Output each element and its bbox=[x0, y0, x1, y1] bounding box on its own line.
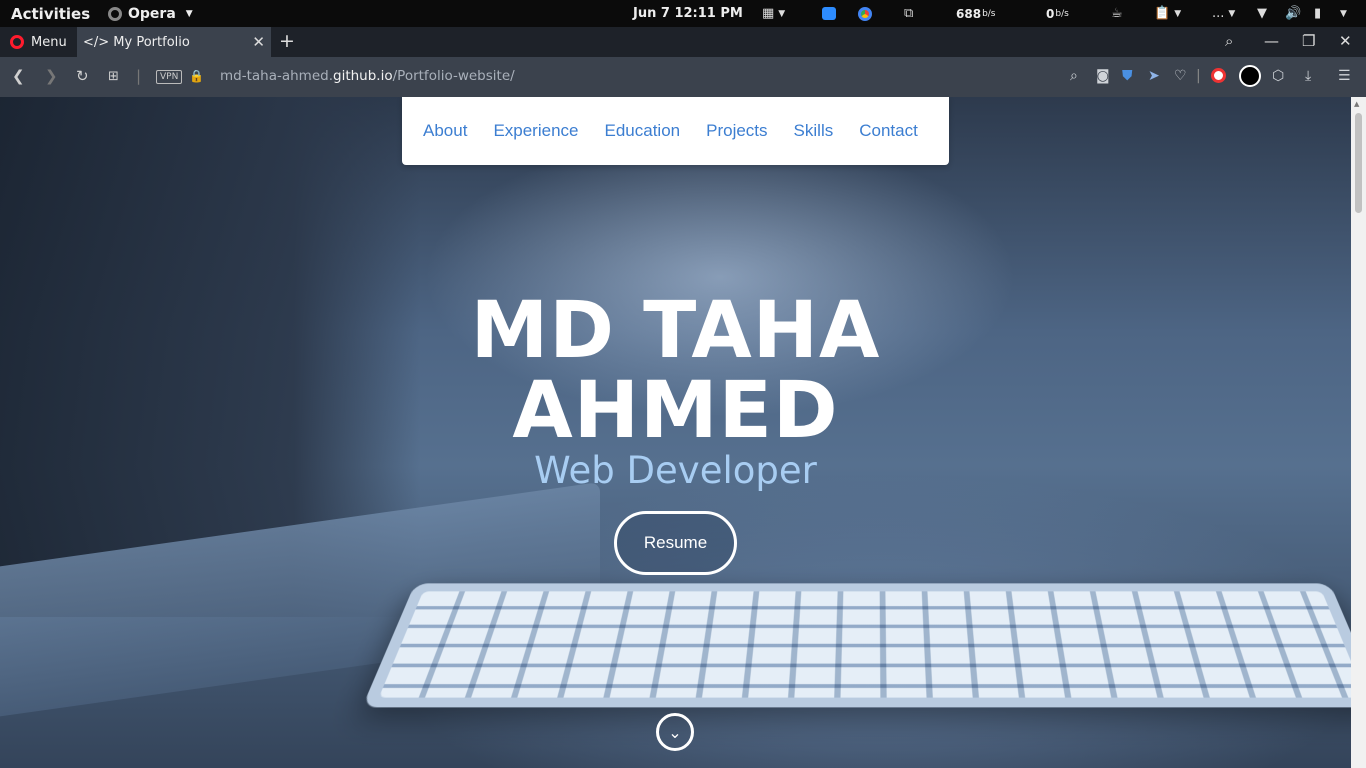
lock-icon[interactable]: 🔒 bbox=[189, 69, 204, 83]
new-tab-button[interactable]: + bbox=[279, 30, 295, 52]
url-field[interactable]: md-taha-ahmed.github.io/Portfolio-websit… bbox=[220, 68, 515, 84]
network-speed-down: 688 b/s bbox=[956, 0, 996, 27]
cpu-indicator-icon[interactable]: ▦ ▼ bbox=[762, 0, 785, 27]
menu-label: Menu bbox=[31, 34, 67, 50]
app-name: Opera bbox=[128, 5, 176, 22]
opera-logo-icon bbox=[10, 35, 24, 49]
reload-icon[interactable]: ↻ bbox=[76, 67, 89, 85]
zoom-icon[interactable] bbox=[822, 0, 836, 27]
extensions-cube-icon[interactable]: ⬡ bbox=[1272, 68, 1284, 84]
opera-menu-button[interactable]: Menu bbox=[0, 27, 76, 57]
nav-projects[interactable]: Projects bbox=[706, 121, 767, 141]
maximize-icon[interactable]: ❐ bbox=[1302, 32, 1315, 50]
nav-skills[interactable]: Skills bbox=[794, 121, 834, 141]
scroll-down-chevron-icon[interactable]: ⌄ bbox=[656, 713, 694, 751]
minimize-icon[interactable]: — bbox=[1264, 32, 1279, 50]
url-prefix: md-taha-ahmed. bbox=[220, 68, 334, 84]
clock[interactable]: Jun 7 12:11 PM bbox=[633, 0, 743, 27]
close-window-icon[interactable]: ✕ bbox=[1339, 32, 1352, 50]
window-switcher-icon[interactable]: ⧉ bbox=[904, 0, 913, 27]
easy-setup-icon[interactable]: ☰ bbox=[1338, 68, 1351, 84]
chrome-icon[interactable] bbox=[858, 0, 872, 27]
heart-icon[interactable]: ♡ bbox=[1174, 68, 1187, 84]
network-speed-up: 0 b/s bbox=[1046, 0, 1069, 27]
net-down-unit: b/s bbox=[982, 8, 996, 19]
download-icon[interactable]: ⤓ bbox=[1305, 68, 1311, 84]
overflow-label: ... bbox=[1212, 6, 1225, 21]
tab-my-portfolio[interactable]: </> My Portfolio ✕ bbox=[77, 27, 271, 57]
search-tabs-icon[interactable]: ⌕ bbox=[1225, 32, 1233, 50]
opera-app-icon bbox=[108, 6, 122, 21]
hero-role: Web Developer bbox=[534, 449, 817, 492]
wifi-icon[interactable]: ▼ bbox=[1257, 0, 1267, 27]
net-up-value: 0 bbox=[1046, 6, 1055, 21]
extension-active-icon[interactable] bbox=[1239, 65, 1261, 91]
nav-about[interactable]: About bbox=[423, 121, 467, 141]
back-icon[interactable]: ❮ bbox=[12, 67, 25, 85]
nav-contact[interactable]: Contact bbox=[859, 121, 918, 141]
close-tab-icon[interactable]: ✕ bbox=[252, 33, 265, 51]
scroll-thumb[interactable] bbox=[1355, 113, 1362, 213]
vpn-badge[interactable]: VPN bbox=[156, 70, 183, 84]
browser-tab-bar: Menu </> My Portfolio ✕ + ⌕ — ❐ ✕ bbox=[0, 27, 1366, 57]
page-viewport: About Experience Education Projects Skil… bbox=[0, 97, 1351, 768]
hero-name-line1: MD TAHA bbox=[470, 286, 881, 376]
nav-education[interactable]: Education bbox=[605, 121, 681, 141]
address-bar: ❮ ❯ ↻ ⊞ | VPN 🔒 md-taha-ahmed.github.io/… bbox=[0, 57, 1366, 97]
zoom-page-icon[interactable]: ⌕ bbox=[1070, 68, 1078, 84]
adblock-shield-icon[interactable]: ⛊ bbox=[1122, 68, 1133, 84]
overflow-menu[interactable]: ... ▼ bbox=[1212, 0, 1235, 27]
url-domain: github.io bbox=[333, 68, 393, 84]
snapshot-icon[interactable]: ◙ bbox=[1096, 68, 1110, 84]
divider: | bbox=[136, 67, 142, 85]
resume-button[interactable]: Resume bbox=[614, 511, 737, 575]
app-menu[interactable]: Opera ▼ bbox=[108, 0, 193, 27]
tab-title: </> My Portfolio bbox=[83, 34, 190, 50]
tab-grid-icon[interactable]: ⊞ bbox=[108, 69, 119, 84]
caffeine-icon[interactable]: ☕ bbox=[1111, 0, 1123, 27]
net-down-value: 688 bbox=[956, 6, 982, 21]
divider: | bbox=[1196, 68, 1201, 84]
send-icon[interactable]: ➤ bbox=[1148, 68, 1160, 84]
system-menu-caret-icon[interactable]: ▼ bbox=[1336, 0, 1347, 27]
system-top-bar: Activities Opera ▼ Jun 7 12:11 PM ▦ ▼ ⧉ 6… bbox=[0, 0, 1366, 27]
url-path: /Portfolio-website/ bbox=[392, 68, 515, 84]
page-scrollbar[interactable]: ▲ bbox=[1351, 97, 1366, 768]
site-nav: About Experience Education Projects Skil… bbox=[402, 97, 949, 165]
caret-down-icon: ▼ bbox=[185, 8, 193, 19]
background-keyboard bbox=[362, 583, 1351, 708]
activities-button[interactable]: Activities bbox=[11, 0, 90, 27]
hero-name-line2: AHMED bbox=[512, 366, 839, 456]
nav-experience[interactable]: Experience bbox=[493, 121, 578, 141]
forward-icon[interactable]: ❯ bbox=[45, 67, 58, 85]
scroll-up-arrow-icon[interactable]: ▲ bbox=[1354, 100, 1359, 108]
extension-circle-icon[interactable] bbox=[1211, 68, 1226, 87]
volume-icon[interactable]: 🔊 bbox=[1285, 0, 1301, 27]
keyboard-keys bbox=[378, 591, 1351, 698]
net-up-unit: b/s bbox=[1055, 8, 1069, 19]
battery-icon[interactable]: ▮ bbox=[1314, 0, 1321, 27]
clipboard-icon[interactable]: 📋 ▼ bbox=[1154, 0, 1181, 27]
